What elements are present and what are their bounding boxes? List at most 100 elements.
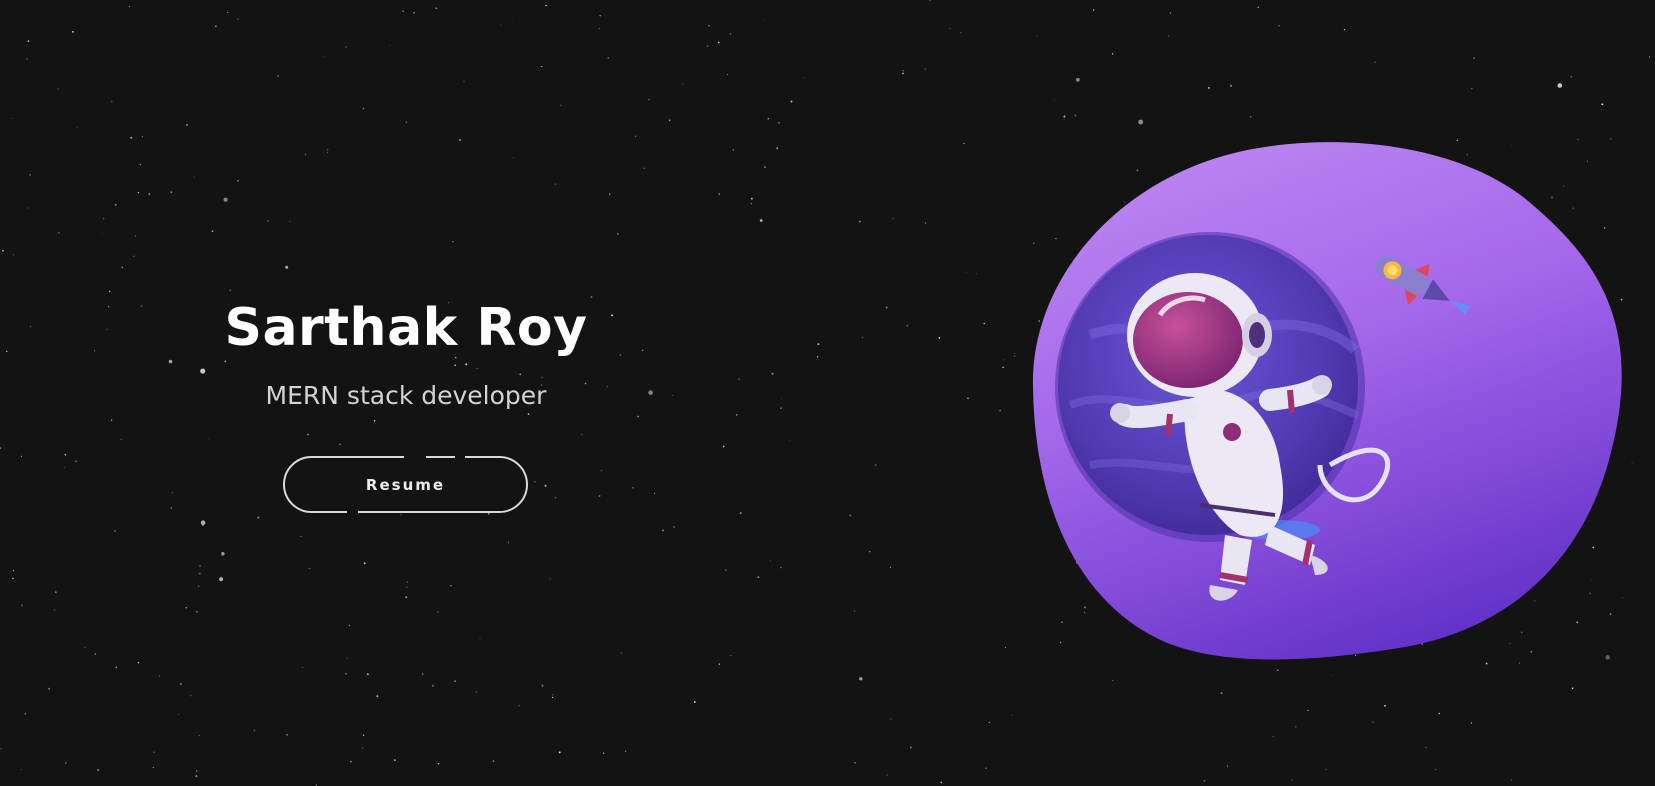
star [600,469,603,472]
star [237,179,239,182]
star [1203,779,1206,782]
star [1169,12,1171,14]
star [885,306,888,309]
star [304,153,307,155]
star [1384,704,1386,707]
star [58,232,60,234]
star [983,322,985,325]
star [541,684,544,687]
star [1434,768,1436,770]
star [544,484,547,487]
star [648,390,653,395]
star [727,74,729,76]
star [518,704,520,707]
star [924,68,927,70]
star [200,520,206,525]
star [1063,115,1066,118]
star [286,733,288,736]
star [376,695,379,698]
star [300,535,302,537]
star [1230,84,1232,87]
star [53,609,56,611]
star [778,121,780,124]
star [1249,116,1252,118]
star [1278,24,1280,27]
star [1510,779,1512,781]
star [0,748,2,750]
star [64,453,67,456]
button-border-gap [404,455,426,460]
star [682,83,684,85]
star [64,466,65,468]
star [1425,747,1427,748]
star [803,77,805,78]
star [114,530,116,532]
star [621,652,622,654]
star [6,350,8,353]
star [134,235,137,237]
star [718,193,720,195]
star [533,480,536,483]
star [55,591,57,593]
resume-button-label: Resume [365,475,446,494]
star [1014,353,1016,355]
star [886,774,888,776]
star [422,673,424,675]
resume-button[interactable]: Resume [283,456,528,513]
star [708,24,711,27]
star [1291,779,1293,781]
star [193,176,195,178]
star [750,197,753,200]
star [186,123,188,126]
star [619,354,622,356]
star [237,18,239,20]
star [302,667,304,669]
star [346,658,348,659]
star [902,72,904,75]
star [106,328,108,331]
star [816,356,819,358]
star [72,31,74,33]
star [862,337,864,338]
star [892,217,894,219]
star [1295,726,1297,728]
star [1005,647,1006,649]
star [195,770,198,772]
star [513,157,514,159]
star [1372,721,1374,723]
star [780,407,782,409]
star [1014,355,1016,357]
star [500,24,502,26]
star [345,672,347,675]
star [635,135,637,137]
star [27,207,29,209]
star [21,604,23,607]
star [20,769,23,771]
star [350,760,352,763]
star [171,492,173,494]
star [121,266,124,269]
star [168,359,173,364]
star [637,415,639,418]
star [137,662,140,664]
star [554,183,557,185]
star [479,637,481,640]
star [549,578,551,580]
star [558,751,561,754]
star [48,687,50,690]
star [598,27,600,29]
star [152,766,154,769]
star [345,46,347,48]
star [178,714,180,716]
star [363,562,366,565]
star [750,203,752,205]
star [1168,35,1170,37]
star [725,569,727,571]
star [771,372,774,375]
star [738,378,741,381]
star [366,673,369,676]
star [285,265,289,269]
star [103,217,105,220]
star [985,767,987,769]
star [581,433,583,435]
